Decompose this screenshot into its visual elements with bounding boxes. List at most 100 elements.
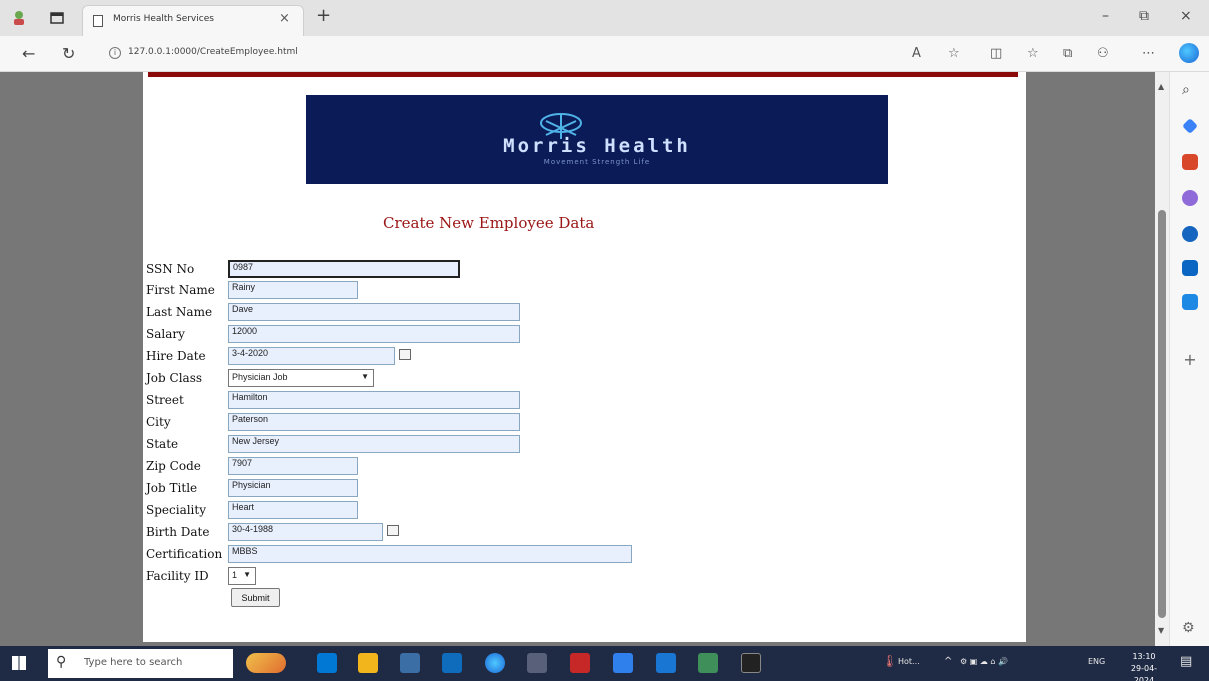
chevron-down-icon: ▼ [361,372,369,381]
search-icon: ⚲ [56,654,67,670]
state-label: State [146,437,179,451]
new-tab-button[interactable]: + [316,5,331,26]
scroll-up-icon[interactable]: ▲ [1158,82,1164,91]
tray-overflow-icon[interactable]: ^ [944,656,952,667]
profile-icon[interactable] [12,9,30,27]
page-content: Morris Health Movement Strength Life Cre… [143,72,1026,642]
birth-date-input[interactable]: 30-4-1988 [228,523,383,541]
site-info-icon[interactable]: i [109,47,121,59]
news-widget-icon[interactable] [246,653,286,673]
taskbar-search-box[interactable]: ⚲ Type here to search [48,649,233,678]
street-input[interactable]: Hamilton [228,391,520,409]
page-title: Create New Employee Data [383,214,595,232]
city-input[interactable]: Paterson [228,413,520,431]
close-tab-icon[interactable]: × [279,11,290,26]
extensions-icon[interactable]: ⚇ [1097,46,1109,61]
notifications-icon[interactable]: ▤ [1180,654,1192,669]
page-viewport: Morris Health Movement Strength Life Cre… [0,72,1169,646]
mail-icon[interactable] [442,653,462,673]
minimize-button[interactable]: – [1102,8,1109,24]
first-name-input[interactable]: Rainy [228,281,358,299]
zip-code-input[interactable]: 7907 [228,457,358,475]
certification-input[interactable]: MBBS [228,545,632,563]
browser-tab[interactable]: Morris Health Services × [82,5,304,36]
language-indicator[interactable]: ENG [1088,657,1105,666]
street-label: Street [146,393,184,407]
ssn-input[interactable]: 0987 [228,260,460,278]
weather-text[interactable]: Hot... [898,657,920,666]
favorite-star-icon[interactable]: ☆ [948,46,960,61]
state-input[interactable]: New Jersey [228,435,520,453]
app-blue-icon[interactable] [613,653,633,673]
drop-icon[interactable] [1182,294,1198,310]
first-name-label: First Name [146,283,215,297]
windows-taskbar: ⚲ Type here to search 🌡 Hot... ^ ⚙ ▣ ☁ ⌂… [0,646,1209,681]
add-sidebar-app-icon[interactable]: + [1182,350,1198,369]
scroll-down-icon[interactable]: ▼ [1158,626,1164,635]
job-title-input[interactable]: Physician [228,479,358,497]
hire-date-input[interactable]: 3-4-2020 [228,347,395,365]
shopping-tag-icon[interactable] [1182,118,1198,134]
salary-label: Salary [146,327,185,341]
job-class-select[interactable]: Physician Job ▼ [228,369,374,387]
restore-button[interactable]: ⧉ [1139,8,1149,24]
calendar-icon[interactable] [387,525,399,536]
tools-icon[interactable] [1182,154,1198,170]
tab-actions-icon[interactable] [48,9,66,27]
speciality-input[interactable]: Heart [228,501,358,519]
store-icon[interactable] [527,653,547,673]
file-explorer-icon[interactable] [358,653,378,673]
weather-icon[interactable]: 🌡 [882,654,897,668]
page-icon [93,15,103,27]
birth-date-label: Birth Date [146,525,210,539]
sidebar-settings-gear-icon[interactable]: ⚙ [1182,620,1198,636]
copilot-icon[interactable] [1179,43,1199,63]
calendar-icon[interactable] [399,349,411,360]
edge-sidebar: ⌕ + ⚙ [1169,72,1209,646]
chevron-down-icon: ▼ [243,570,251,579]
scrollbar-thumb[interactable] [1158,210,1166,618]
read-aloud-icon[interactable]: A [912,46,921,61]
speciality-label: Speciality [146,503,206,517]
calendar-app-icon[interactable] [400,653,420,673]
page-scrollbar[interactable]: ▲ ▼ [1155,72,1169,646]
job-class-value: Physician Job [232,372,288,382]
microsoft-365-icon[interactable] [1182,226,1198,242]
search-icon[interactable]: ⌕ [1182,82,1198,98]
last-name-input[interactable]: Dave [228,303,520,321]
games-icon[interactable] [1182,190,1198,206]
zip-code-label: Zip Code [146,459,201,473]
facility-id-value: 1 [232,570,238,580]
tray-icons[interactable]: ⚙ ▣ ☁ ⌂ 🔊 [960,657,1008,666]
terminal-icon[interactable] [741,653,761,673]
submit-button[interactable]: Submit [231,588,280,607]
url-field[interactable]: 127.0.0.1:0000/CreateEmployee.html [128,47,298,57]
last-name-label: Last Name [146,305,213,319]
close-window-button[interactable]: × [1180,8,1192,24]
outlook-icon[interactable] [1182,260,1198,276]
back-arrow-icon[interactable]: ← [22,44,35,63]
refresh-icon[interactable]: ↻ [62,44,75,63]
logo-subtitle: Movement Strength Life [543,158,651,166]
clock-date: 29-04-2024 [1130,664,1158,681]
facility-id-select[interactable]: 1 ▼ [228,567,256,585]
salary-input[interactable]: 12000 [228,325,520,343]
city-label: City [146,415,171,429]
windows-start-icon[interactable] [12,656,26,670]
app-word-icon[interactable] [656,653,676,673]
app-red-icon[interactable] [570,653,590,673]
edge-browser-icon[interactable] [485,653,505,673]
taskbar-clock[interactable]: 13:10 29-04-2024 [1124,651,1164,681]
task-view-icon[interactable] [317,653,337,673]
facility-id-label: Facility ID [146,569,209,583]
top-stripe [148,72,1018,77]
app-green-icon[interactable] [698,653,718,673]
clock-time: 13:10 [1132,652,1156,661]
split-screen-icon[interactable]: ◫ [990,46,1002,61]
collections-icon[interactable]: ⧉ [1063,46,1072,61]
more-options-icon[interactable]: ⋯ [1142,46,1155,61]
certification-label: Certification [146,547,223,561]
address-bar-row: ← ↻ i 127.0.0.1:0000/CreateEmployee.html… [0,36,1209,72]
job-title-label: Job Title [146,481,198,495]
favorites-icon[interactable]: ☆ [1027,46,1039,61]
